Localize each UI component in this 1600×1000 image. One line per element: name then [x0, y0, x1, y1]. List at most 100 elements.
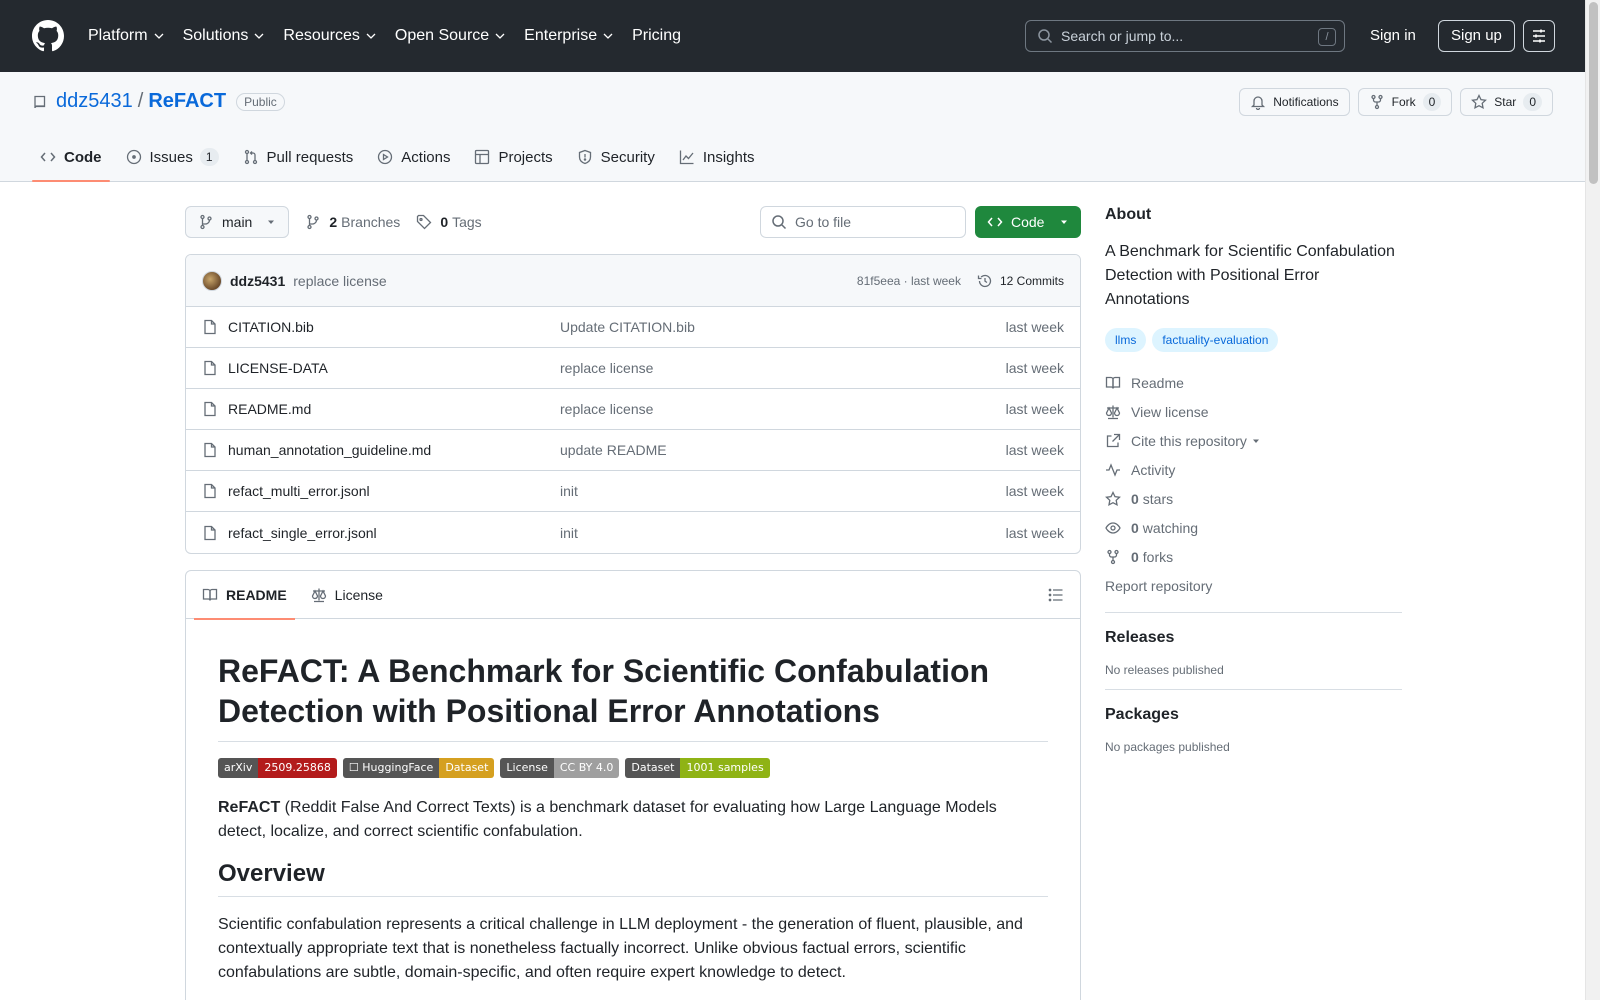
file-name-link[interactable]: CITATION.bib [228, 319, 560, 335]
fork-button[interactable]: Fork 0 [1357, 88, 1453, 116]
packages-heading[interactable]: Packages [1105, 706, 1402, 724]
scrollbar-thumb[interactable] [1589, 2, 1598, 184]
file-row[interactable]: refact_single_error.jsonl init last week [186, 512, 1080, 553]
report-repository-link[interactable]: Report repository [1105, 571, 1402, 600]
file-icon [204, 483, 216, 499]
github-logo-icon[interactable] [32, 20, 64, 52]
nav-open-source-label: Open Source [394, 27, 490, 44]
file-row[interactable]: LICENSE-DATA replace license last week [186, 348, 1080, 389]
go-to-file-input[interactable]: Go to file [760, 206, 966, 238]
nav-open-source[interactable]: Open Source [395, 27, 506, 45]
file-commit-message[interactable]: replace license [560, 401, 653, 417]
badge-value: Dataset [439, 758, 495, 778]
tab-issues-label: Issues [149, 148, 193, 166]
file-name-link[interactable]: refact_multi_error.jsonl [228, 483, 560, 499]
readme-link[interactable]: Readme [1105, 368, 1402, 397]
tab-issues[interactable]: Issues 1 [118, 132, 227, 182]
file-row[interactable]: CITATION.bib Update CITATION.bib last we… [186, 307, 1080, 348]
readme-tabs: README License [186, 571, 1080, 620]
commits-count-label: 12 Commits [999, 273, 1064, 288]
code-dropdown-button[interactable]: Code [975, 206, 1081, 238]
chevron-down-icon [154, 33, 164, 39]
search-icon [772, 215, 787, 230]
file-row[interactable]: README.md replace license last week [186, 389, 1080, 430]
star-button[interactable]: Star 0 [1460, 88, 1553, 116]
file-commit-message[interactable]: Update CITATION.bib [560, 319, 695, 335]
releases-heading[interactable]: Releases [1105, 629, 1402, 647]
forks-link[interactable]: 0 forks [1105, 542, 1402, 571]
file-row[interactable]: human_annotation_guideline.md update REA… [186, 430, 1080, 471]
watching-link[interactable]: 0 watching [1105, 513, 1402, 542]
tags-link[interactable]: 0 Tags [416, 214, 482, 230]
sign-in-link[interactable]: Sign in [1370, 27, 1416, 44]
command-palette-button[interactable] [1523, 20, 1555, 52]
tab-actions[interactable]: Actions [369, 132, 458, 182]
nav-platform[interactable]: Platform [88, 27, 165, 45]
sidebar-divider [1105, 689, 1402, 690]
dataset-badge[interactable]: Dataset 1001 samples [625, 758, 770, 778]
bell-icon [1251, 96, 1266, 110]
forks-count: 0 [1131, 548, 1139, 565]
tab-insights[interactable]: Insights [671, 132, 763, 182]
huggingface-badge[interactable]: ☐ HuggingFace Dataset [342, 758, 495, 778]
file-commit-message[interactable]: init [560, 483, 578, 499]
tab-pull-requests[interactable]: Pull requests [235, 132, 362, 182]
repo-name-link[interactable]: ReFACT [148, 90, 226, 113]
page-scrollbar[interactable] [1585, 0, 1600, 1000]
commit-message-link[interactable]: replace license [293, 273, 386, 289]
avatar[interactable] [202, 270, 222, 291]
chevron-down-icon [603, 33, 613, 39]
about-heading: About [1105, 206, 1152, 223]
nav-pricing[interactable]: Pricing [632, 27, 681, 45]
tab-security[interactable]: Security [569, 132, 663, 182]
file-icon [204, 525, 216, 540]
commits-history-link[interactable]: 12 Commits [977, 273, 1064, 289]
file-icon [204, 319, 216, 335]
badge-value: 1001 samples [680, 758, 770, 778]
license-link[interactable]: View license [1105, 397, 1402, 426]
topic-tag[interactable]: factuality-evaluation [1152, 328, 1279, 352]
tab-pull-requests-label: Pull requests [266, 148, 354, 166]
tab-projects[interactable]: Projects [466, 132, 560, 182]
topic-tag[interactable]: llms [1105, 328, 1147, 352]
file-name-link[interactable]: human_annotation_guideline.md [228, 442, 560, 458]
nav-platform-label: Platform [88, 27, 148, 44]
repo-owner-link[interactable]: ddz5431 [56, 90, 133, 113]
repo-tabs: Code Issues 1 Pull requests Actions Proj… [32, 132, 771, 182]
readme-link-label: Readme [1131, 374, 1184, 391]
file-name-link[interactable]: README.md [228, 401, 560, 417]
file-name-link[interactable]: refact_single_error.jsonl [228, 525, 560, 541]
branches-link[interactable]: 2 Branches [305, 214, 400, 230]
list-outline-icon[interactable] [1048, 587, 1064, 603]
activity-link[interactable]: Activity [1105, 455, 1402, 484]
commit-hash-date[interactable]: 81f5eea · last week [857, 274, 961, 288]
nav-enterprise[interactable]: Enterprise [524, 27, 614, 45]
file-name-link[interactable]: LICENSE-DATA [228, 360, 560, 376]
file-commit-message[interactable]: replace license [560, 360, 653, 376]
notifications-button[interactable]: Notifications [1239, 88, 1350, 116]
nav-solutions-label: Solutions [182, 27, 249, 44]
tab-readme[interactable]: README [194, 571, 295, 620]
file-commit-message[interactable]: update README [560, 442, 667, 458]
license-badge[interactable]: License CC BY 4.0 [500, 758, 620, 778]
repo-sidebar: About A Benchmark for Scientific Confabu… [1105, 206, 1402, 754]
branch-select-button[interactable]: main [185, 206, 290, 238]
releases-empty-text: No releases published [1105, 663, 1224, 677]
commit-author-link[interactable]: ddz5431 [230, 273, 285, 289]
sign-up-button[interactable]: Sign up [1438, 20, 1515, 52]
fork-icon [1370, 94, 1383, 110]
nav-solutions[interactable]: Solutions [183, 27, 266, 45]
stars-link[interactable]: 0 stars [1105, 484, 1402, 513]
file-row[interactable]: refact_multi_error.jsonl init last week [186, 471, 1080, 512]
badge-label: ☐ HuggingFace [342, 758, 440, 778]
license-link-label: View license [1131, 403, 1209, 420]
nav-resources[interactable]: Resources [283, 27, 376, 45]
chevron-down-icon [254, 33, 264, 39]
arxiv-badge[interactable]: arXiv 2509.25868 [218, 758, 337, 778]
book-icon [1105, 376, 1121, 389]
tab-license[interactable]: License [303, 571, 391, 619]
tab-code[interactable]: Code [32, 132, 110, 182]
file-commit-message[interactable]: init [560, 525, 578, 541]
global-search-input[interactable]: Search or jump to... / [1025, 20, 1345, 52]
cite-repository-button[interactable]: Cite this repository [1105, 426, 1402, 455]
